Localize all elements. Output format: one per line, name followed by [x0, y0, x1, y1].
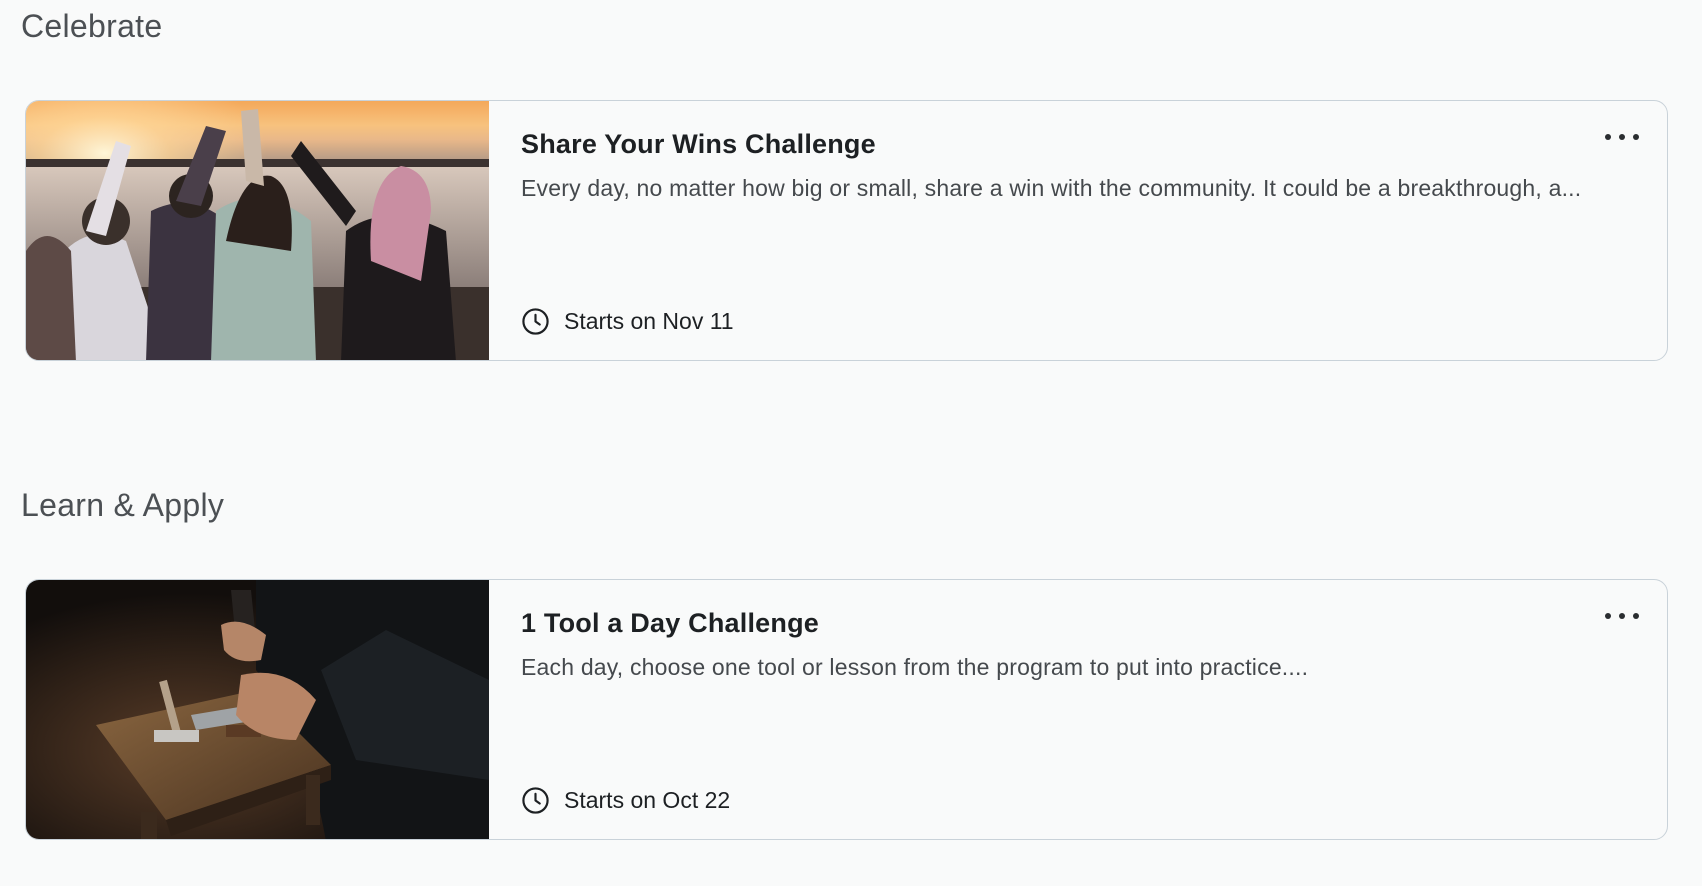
challenge-description: Every day, no matter how big or small, s…	[521, 175, 1582, 201]
challenge-image	[26, 580, 489, 839]
challenge-start-date: Starts on Oct 22	[521, 786, 730, 815]
sunset-friends-photo	[26, 101, 489, 360]
challenge-start-date: Starts on Nov 11	[521, 307, 734, 336]
more-options-icon	[1605, 134, 1611, 140]
clock-icon	[522, 308, 549, 335]
challenge-image	[26, 101, 489, 360]
workbench-tools-photo	[26, 580, 489, 839]
more-options-button[interactable]	[1605, 127, 1639, 147]
more-options-button[interactable]	[1605, 606, 1639, 626]
section-title-learn-apply: Learn & Apply	[21, 487, 225, 523]
challenge-card-share-your-wins[interactable]: Share Your Wins Challenge Every day, no …	[25, 100, 1668, 361]
challenge-card-1-tool-a-day[interactable]: 1 Tool a Day Challenge Each day, choose …	[25, 579, 1668, 840]
more-options-icon	[1605, 613, 1611, 619]
start-date-label: Starts on Oct 22	[564, 787, 731, 813]
challenge-title[interactable]: Share Your Wins Challenge	[521, 129, 876, 160]
section-title-celebrate: Celebrate	[21, 8, 163, 44]
challenge-title[interactable]: 1 Tool a Day Challenge	[521, 608, 819, 639]
clock-icon	[522, 787, 549, 814]
start-date-label: Starts on Nov 11	[564, 308, 734, 334]
challenge-description: Each day, choose one tool or lesson from…	[521, 654, 1309, 680]
